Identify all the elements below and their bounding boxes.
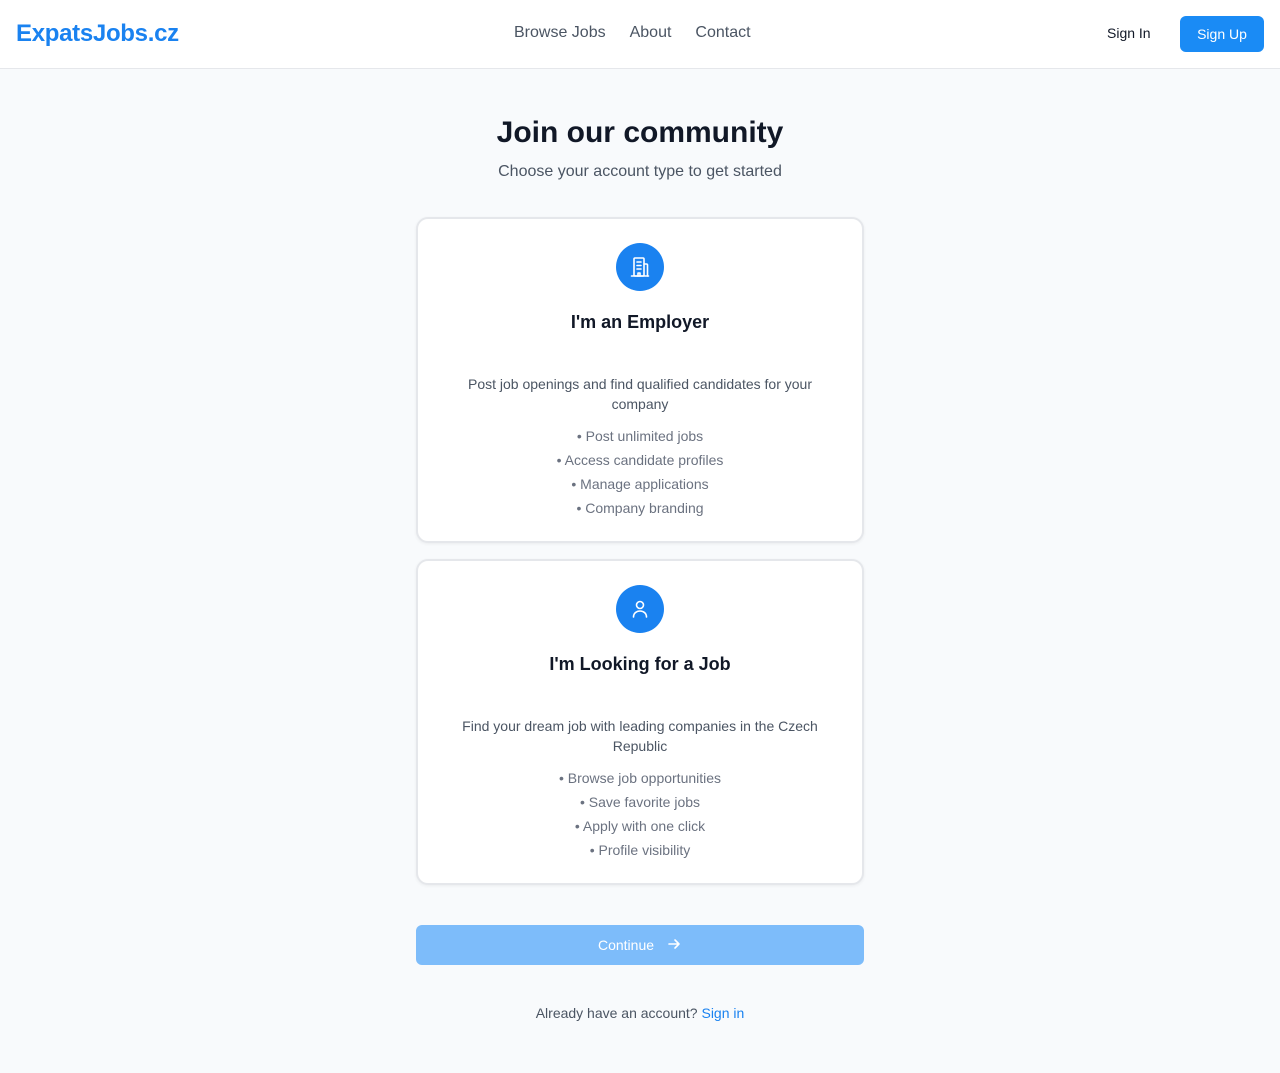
list-item: • Apply with one click	[574, 818, 706, 834]
continue-label: Continue	[597, 937, 655, 953]
sign-in-prompt: Already have an account? Sign in	[0, 1005, 1280, 1021]
list-item: • Manage applications	[571, 476, 709, 492]
employer-card-title: I'm an Employer	[570, 312, 710, 332]
footer-sign-in-link[interactable]: Sign in	[701, 1005, 744, 1021]
employer-account-card[interactable]: I'm an Employer Post job openings and fi…	[416, 217, 864, 543]
sign-in-prompt-text: Already have an account?	[535, 1005, 698, 1021]
page-title: Join our community	[496, 116, 784, 149]
nav-browse-jobs[interactable]: Browse Jobs	[514, 24, 606, 42]
sign-in-link[interactable]: Sign In	[1107, 25, 1151, 41]
seeker-card-title: I'm Looking for a Job	[549, 654, 731, 674]
seeker-feature-list: • Browse job opportunities • Save favori…	[418, 766, 862, 862]
nav-contact[interactable]: Contact	[695, 24, 750, 42]
list-item: • Browse job opportunities	[558, 770, 722, 786]
list-item: • Profile visibility	[589, 842, 691, 858]
seeker-card-description: Find your dream job with leading compani…	[462, 718, 818, 754]
page-subtitle: Choose your account type to get started	[498, 163, 782, 180]
list-item: • Access candidate profiles	[556, 452, 724, 468]
employer-feature-list: • Post unlimited jobs • Access candidate…	[418, 424, 862, 520]
list-item: • Company branding	[576, 500, 704, 516]
sign-up-button[interactable]: Sign Up	[1180, 16, 1264, 52]
job-seeker-account-card[interactable]: I'm Looking for a Job Find your dream jo…	[416, 559, 864, 885]
continue-button[interactable]: Continue	[416, 925, 864, 965]
building-icon	[616, 243, 664, 291]
list-item: • Post unlimited jobs	[576, 428, 704, 444]
arrow-right-icon	[666, 936, 682, 955]
employer-card-description: Post job openings and find qualified can…	[467, 376, 812, 412]
user-icon	[616, 585, 664, 633]
top-navbar: ExpatsJobs.cz Browse Jobs About Contact …	[0, 0, 1280, 69]
main-nav: Browse Jobs About Contact	[514, 24, 751, 42]
site-logo[interactable]: ExpatsJobs.cz	[16, 20, 179, 48]
list-item: • Save favorite jobs	[579, 794, 701, 810]
nav-about[interactable]: About	[630, 24, 672, 42]
